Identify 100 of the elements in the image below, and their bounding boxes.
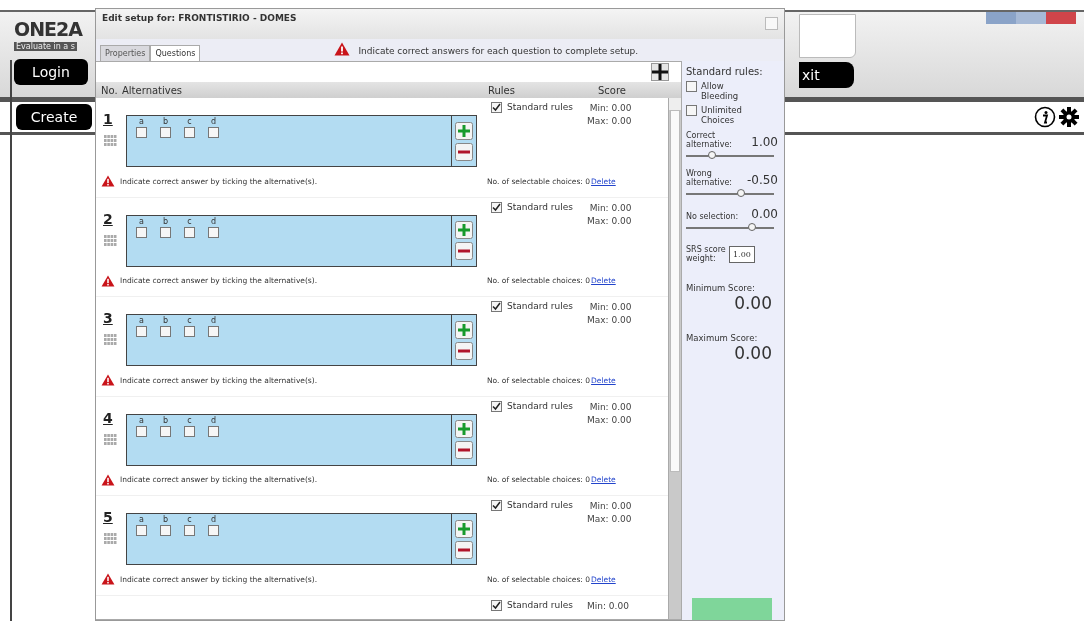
tab[interactable]: Properties	[100, 45, 151, 61]
checkbox[interactable]	[491, 400, 502, 412]
add-question-icon[interactable]	[651, 63, 669, 81]
grid-icon[interactable]	[104, 334, 117, 346]
slider-label: Correct alternative:	[686, 131, 733, 149]
header-panel	[799, 14, 856, 58]
checkbox[interactable]	[184, 525, 195, 536]
checkbox[interactable]	[136, 525, 147, 536]
slider-thumb[interactable]	[748, 223, 756, 231]
min-score: Min: 0.00	[589, 201, 632, 215]
add-icon[interactable]	[455, 519, 473, 538]
checkbox[interactable]	[686, 105, 697, 116]
alternative-label: c	[187, 216, 192, 227]
column-header: No.	[101, 84, 119, 96]
checkbox[interactable]	[491, 301, 502, 312]
question-number: 5	[103, 510, 113, 525]
checkbox[interactable]	[160, 525, 171, 536]
remove-icon[interactable]	[455, 242, 473, 260]
checkbox[interactable]	[491, 599, 502, 611]
remove-icon[interactable]	[455, 341, 473, 360]
grid-icon[interactable]	[104, 234, 117, 247]
checkbox-label: Standard rules	[507, 599, 573, 610]
checkbox[interactable]	[686, 81, 697, 92]
grid-icon[interactable]	[104, 135, 117, 147]
alternative-label: d	[210, 316, 217, 326]
tab[interactable]: Questions	[150, 45, 201, 61]
alternative-label: d	[210, 117, 217, 127]
warning-icon	[334, 42, 351, 56]
checkbox[interactable]	[208, 226, 219, 238]
checkbox-label: Allow Bleeding	[701, 81, 740, 101]
alternative-label: c	[187, 117, 192, 127]
exit-button[interactable]: xit	[799, 62, 854, 88]
checkbox[interactable]	[208, 127, 219, 138]
checkbox[interactable]	[160, 127, 171, 138]
checkbox[interactable]	[208, 425, 219, 437]
score-value: 0.00	[733, 343, 772, 363]
checkbox[interactable]	[136, 425, 147, 437]
grid-icon[interactable]	[104, 533, 117, 545]
min-score: Min: 0.00	[589, 301, 632, 314]
add-icon[interactable]	[455, 221, 473, 239]
warning-icon	[101, 573, 115, 585]
alternative-label: a	[139, 216, 144, 227]
remove-icon[interactable]	[455, 142, 473, 161]
checkbox[interactable]	[136, 226, 147, 238]
warning-icon	[101, 175, 115, 187]
checkbox[interactable]	[184, 425, 195, 437]
weight-input[interactable]: 1.00	[729, 245, 755, 263]
score-value: 0.00	[733, 293, 772, 313]
create-button[interactable]: Create	[16, 104, 92, 130]
checkbox[interactable]	[136, 326, 147, 337]
settings-icon[interactable]	[1058, 106, 1080, 128]
question-number: 4	[103, 410, 113, 426]
alternative-label: d	[210, 415, 217, 426]
min-score: Min: 0.00	[587, 599, 629, 613]
min-score: Min: 0.00	[589, 400, 632, 414]
slider-value: 0.00	[751, 207, 778, 221]
dialog-title: Edit setup for: FRONTISTIRIO - DOMES	[102, 13, 298, 23]
checkbox[interactable]	[136, 127, 147, 138]
alternative-label: a	[139, 117, 144, 127]
question-number: 3	[103, 311, 113, 326]
checkbox[interactable]	[160, 226, 171, 238]
tagline: Evaluate in a s	[14, 42, 77, 51]
checkbox[interactable]	[491, 500, 502, 511]
slider-label: Wrong alternative:	[686, 169, 733, 187]
alternative-label: c	[187, 316, 192, 326]
remove-icon[interactable]	[455, 441, 473, 459]
checkbox-label: Standard rules	[507, 301, 573, 311]
checkbox-label: Standard rules	[507, 500, 573, 510]
warning-icon	[101, 374, 115, 386]
warning-icon	[101, 274, 115, 287]
alternative-label: b	[162, 515, 169, 525]
checkbox[interactable]	[184, 326, 195, 337]
remove-icon[interactable]	[455, 540, 473, 559]
scrollbar[interactable]	[668, 98, 681, 619]
login-button[interactable]: Login	[14, 59, 88, 85]
alternative-label: d	[210, 216, 217, 227]
slider-label: No selection:	[686, 212, 739, 221]
slider-thumb[interactable]	[736, 189, 745, 197]
add-icon[interactable]	[455, 320, 473, 339]
checkbox-label: Standard rules	[507, 102, 573, 112]
checkbox[interactable]	[208, 525, 219, 536]
checkbox[interactable]	[491, 201, 502, 213]
max-score: Max: 0.00	[587, 513, 632, 526]
alternative-label: b	[162, 117, 169, 127]
checkbox[interactable]	[184, 127, 195, 138]
slider-value: 1.00	[751, 135, 778, 149]
checkbox[interactable]	[160, 425, 171, 437]
checkbox[interactable]	[160, 326, 171, 337]
add-icon[interactable]	[455, 121, 473, 140]
checkbox[interactable]	[491, 102, 502, 113]
checkbox[interactable]	[184, 226, 195, 238]
add-icon[interactable]	[455, 420, 473, 438]
info-icon[interactable]	[1034, 106, 1056, 128]
slider-thumb[interactable]	[708, 151, 717, 159]
slider-value: -0.50	[746, 173, 778, 187]
checkbox[interactable]	[208, 326, 219, 337]
alternative-label: c	[187, 415, 192, 426]
grid-icon[interactable]	[104, 433, 117, 446]
column-header: Score	[598, 84, 626, 96]
column-header: Rules	[488, 84, 516, 96]
